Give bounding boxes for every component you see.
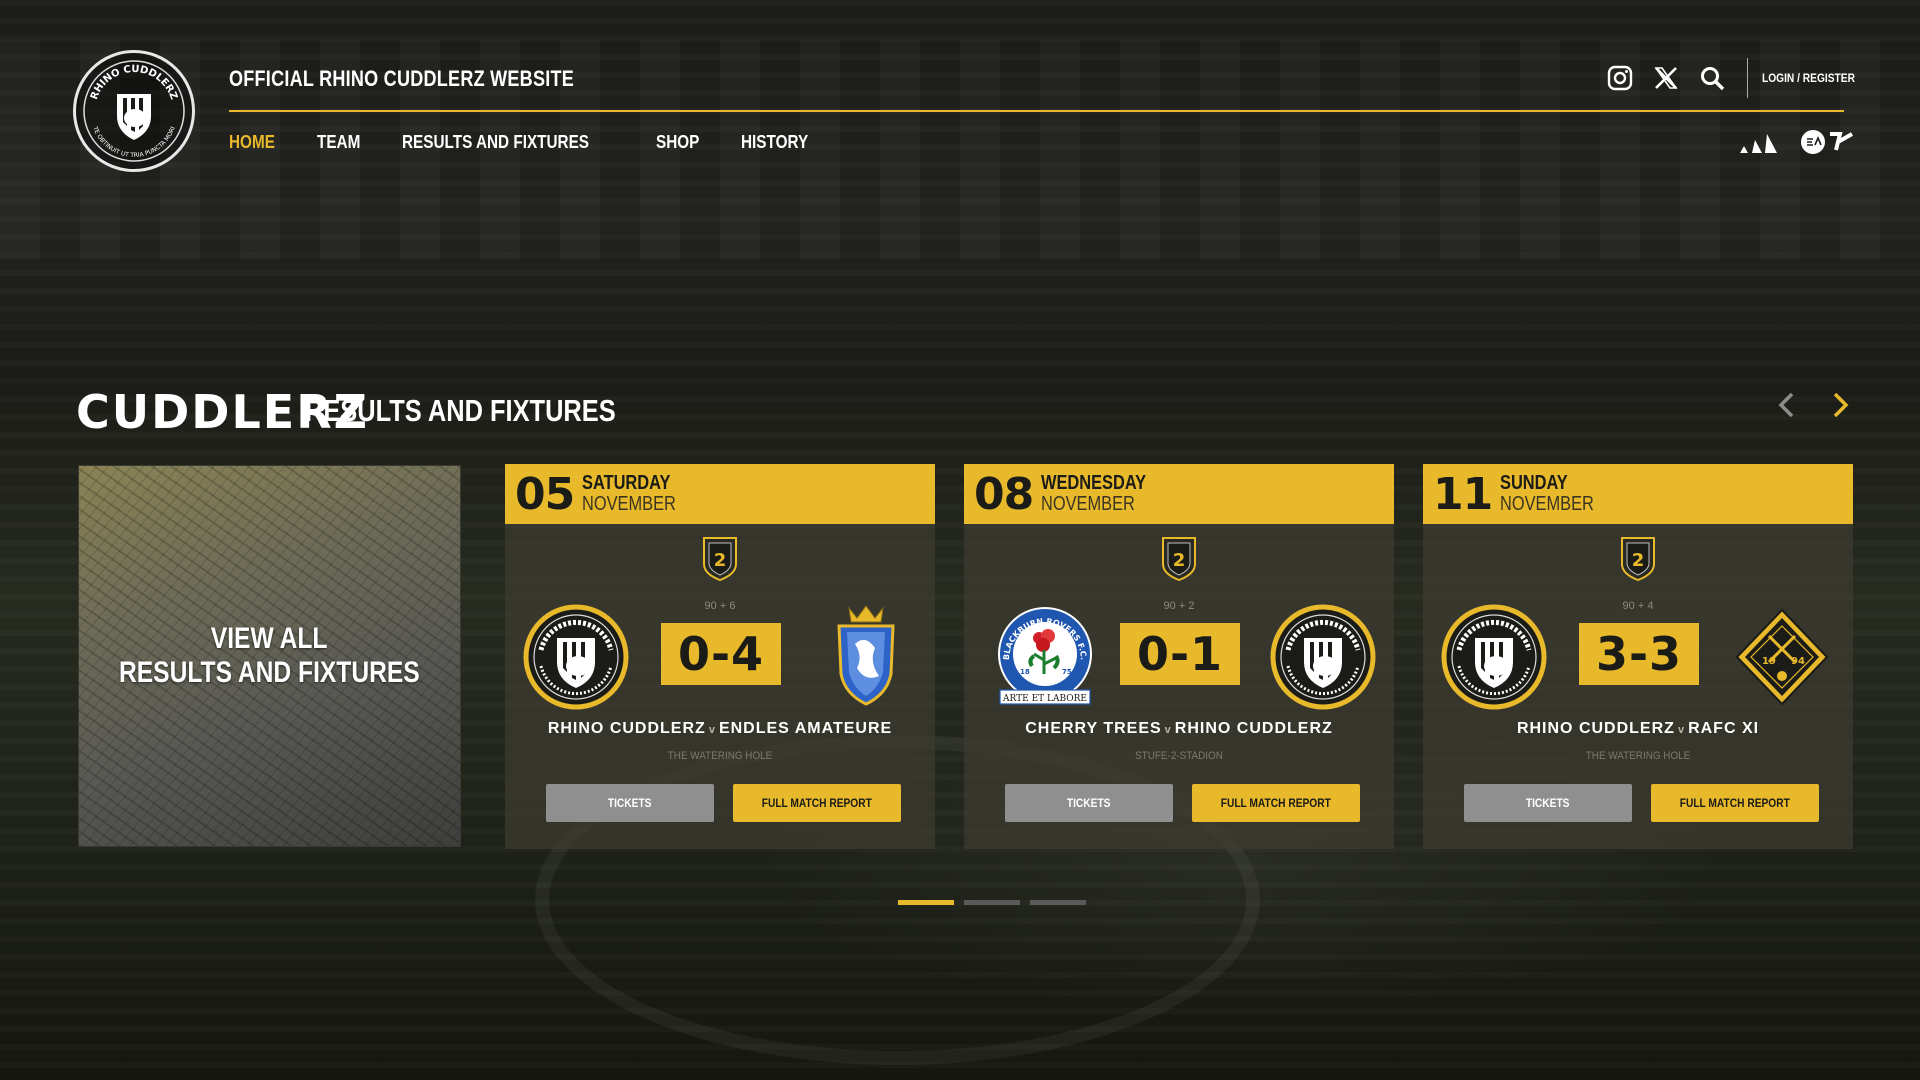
fixture-date-header: 11 SUNDAY NOVEMBER [1423,464,1853,524]
view-all-line2: RESULTS AND FIXTURES [119,656,420,689]
club-crest-icon: RHINO CUDDLERZ TE OBTINUIT UT TRIA PUNCT… [83,60,185,162]
full-match-report-button[interactable]: FULL MATCH REPORT [733,784,901,822]
pagination-dot[interactable] [898,900,954,905]
fixture-month: NOVEMBER [1500,493,1595,515]
main-nav: HOME TEAM RESULTS AND FIXTURES SHOP HIST… [229,132,854,153]
view-all-results-tile[interactable]: VIEW ALL RESULTS AND FIXTURES [78,465,461,847]
fixture-weekday: SATURDAY [582,472,671,494]
nav-shop[interactable]: SHOP [656,132,699,153]
header-actions-divider [1747,58,1748,98]
fixture-card: 11 SUNDAY NOVEMBER 2 90 + 4 3-3 19 94 RH… [1423,464,1853,849]
crest-motto: ARTE ET LABORE [1002,694,1087,704]
carousel-pagination [898,900,1096,905]
fixture-date-header: 05 SATURDAY NOVEMBER [505,464,935,524]
rhino-cuddlerz-crest-icon[interactable] [1441,604,1547,710]
competition-badge-icon: 2 [1162,537,1196,582]
rhino-cuddlerz-crest-icon[interactable] [523,604,629,710]
instagram-icon[interactable] [1605,63,1635,93]
nav-history[interactable]: HISTORY [741,132,808,153]
competition-badge-number: 2 [714,550,727,571]
tickets-label: TICKETS [1526,796,1570,810]
rhino-cuddlerz-crest-icon[interactable] [1270,604,1376,710]
fixture-day-number: 05 [515,468,575,520]
crest-year-right: 94 [1791,656,1805,667]
header-actions: LOGIN / REGISTER [1605,58,1871,98]
venue-name: THE WATERING HOLE [1585,750,1691,762]
header-divider [229,110,1844,112]
competition-badge-number: 2 [1173,550,1186,571]
fixture-weekday: SUNDAY [1500,472,1568,494]
fixture-day-number: 08 [974,468,1034,520]
away-team-name: RHINO CUDDLERZ [1174,720,1333,737]
venue-name: STUFE-2-STADION [1135,750,1223,762]
endles-amateure-crest-icon[interactable] [813,604,919,710]
tickets-button[interactable]: TICKETS [1005,784,1173,822]
home-team-name: RHINO CUDDLERZ [547,720,706,737]
home-team-name: CHERRY TREES [1025,720,1162,737]
competition-badge-number: 2 [1632,550,1645,571]
sponsor-logos [1738,128,1872,156]
match-score: 0-1 [1120,623,1240,685]
matchup: RHINO CUDDLERZ v ENDLES AMATEURE [547,720,893,737]
fixture-day-number: 11 [1433,468,1493,520]
match-score: 3-3 [1579,623,1699,685]
chevron-right-icon [1833,392,1849,418]
fixture-month: NOVEMBER [582,493,677,515]
matchup: CHERRY TREES v RHINO CUDDLERZ [1025,720,1333,737]
full-match-report-button[interactable]: FULL MATCH REPORT [1651,784,1819,822]
x-icon[interactable] [1651,63,1681,93]
section-title: RESULTS AND FIXTURES [305,393,616,428]
nav-home[interactable]: HOME [229,132,275,153]
crest-year-left: 18 [1020,668,1030,676]
competition-badge-icon: 2 [1621,537,1655,582]
venue-name: THE WATERING HOLE [667,750,773,762]
pagination-dot[interactable] [964,900,1020,905]
fixture-month: NOVEMBER [1041,493,1136,515]
report-label: FULL MATCH REPORT [1220,796,1332,810]
site-title[interactable]: OFFICIAL RHINO CUDDLERZ WEBSITE [229,66,574,92]
carousel-next-button[interactable] [1826,390,1856,420]
club-logo[interactable]: RHINO CUDDLERZ TE OBTINUIT UT TRIA PUNCT… [73,50,195,172]
pagination-dot[interactable] [1030,900,1086,905]
crest-year-left: 19 [1762,656,1776,667]
fixture-date-header: 08 WEDNESDAY NOVEMBER [964,464,1394,524]
report-label: FULL MATCH REPORT [1679,796,1791,810]
tickets-button[interactable]: TICKETS [546,784,714,822]
blackburn-rovers-crest-icon[interactable]: BLACKBURN ROVERS F.C. 18 75 ARTE ET LABO… [992,604,1098,710]
fixture-weekday: WEDNESDAY [1041,472,1147,494]
full-match-report-button[interactable]: FULL MATCH REPORT [1192,784,1360,822]
search-icon[interactable] [1697,63,1727,93]
competition-badge-icon: 2 [703,537,737,582]
adidas-logo[interactable] [1738,129,1782,155]
nav-team[interactable]: TEAM [317,132,360,153]
tickets-label: TICKETS [1067,796,1111,810]
matchup: RHINO CUDDLERZ v RAFC XI [1516,720,1760,737]
tickets-label: TICKETS [608,796,652,810]
report-label: FULL MATCH REPORT [761,796,873,810]
login-register-link[interactable]: LOGIN / REGISTER [1762,71,1855,85]
fixture-card: 08 WEDNESDAY NOVEMBER 2 90 + 2 BLACKBURN… [964,464,1394,849]
carousel-prev-button[interactable] [1771,390,1801,420]
match-score: 0-4 [661,623,781,685]
home-team-name: RHINO CUDDLERZ [1516,720,1675,737]
crest-year-right: 75 [1062,668,1072,676]
nav-results-and-fixtures[interactable]: RESULTS AND FIXTURES [402,132,589,153]
view-all-line1: VIEW ALL [211,622,328,655]
ea-sports-logo[interactable] [1800,128,1854,156]
fixture-card: 05 SATURDAY NOVEMBER 2 90 + 6 0-4 RHINO … [505,464,935,849]
away-team-name: RAFC XI [1688,720,1760,737]
rafc-xi-crest-icon[interactable]: 19 94 [1729,604,1835,710]
tickets-button[interactable]: TICKETS [1464,784,1632,822]
chevron-left-icon [1778,392,1794,418]
away-team-name: ENDLES AMATEURE [718,720,893,737]
